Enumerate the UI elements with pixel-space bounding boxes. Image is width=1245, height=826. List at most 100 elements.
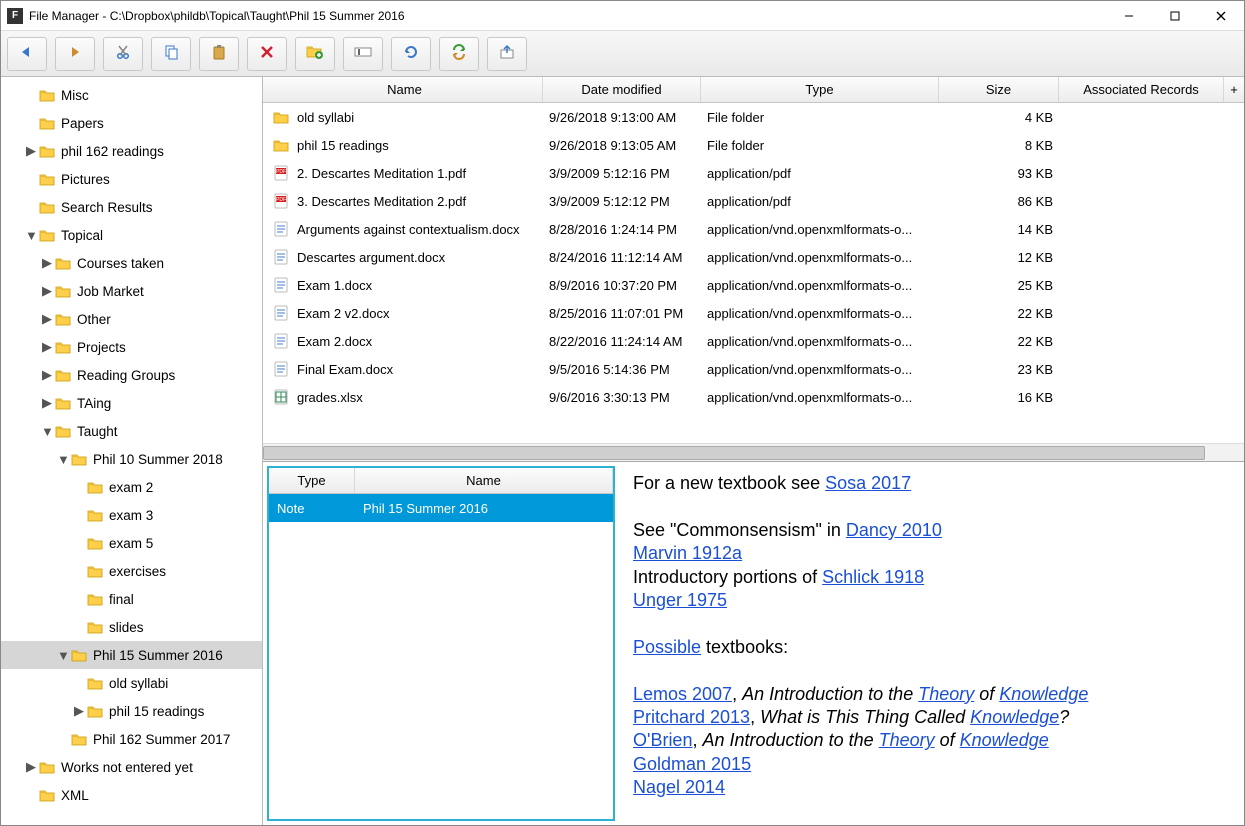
tree-item[interactable]: ▶phil 15 readings: [1, 697, 262, 725]
copy-button[interactable]: [151, 37, 191, 71]
tree-item[interactable]: ▶Projects: [1, 333, 262, 361]
records-body[interactable]: NotePhil 15 Summer 2016: [269, 494, 613, 819]
refresh-button[interactable]: [391, 37, 431, 71]
preview-link[interactable]: Unger 1975: [633, 590, 727, 610]
tree-item[interactable]: ▶Reading Groups: [1, 361, 262, 389]
preview-link[interactable]: Sosa 2017: [825, 473, 911, 493]
tree-twister-icon[interactable]: ▼: [25, 228, 37, 243]
tree-item[interactable]: Papers: [1, 109, 262, 137]
preview-pane[interactable]: For a new textbook see Sosa 2017 See "Co…: [619, 462, 1244, 825]
preview-link[interactable]: Knowledge: [970, 707, 1059, 727]
add-column-button[interactable]: +: [1224, 77, 1244, 102]
tree-item-label: Phil 15 Summer 2016: [93, 648, 223, 663]
tree-item[interactable]: ▶Other: [1, 305, 262, 333]
tree-item[interactable]: ▼Topical: [1, 221, 262, 249]
preview-link[interactable]: Possible: [633, 637, 701, 657]
preview-link[interactable]: Pritchard 2013: [633, 707, 750, 727]
preview-link[interactable]: Knowledge: [960, 730, 1049, 750]
export-button[interactable]: [487, 37, 527, 71]
file-row[interactable]: Exam 2.docx8/22/2016 11:24:14 AMapplicat…: [263, 327, 1244, 355]
tree-item[interactable]: ▶phil 162 readings: [1, 137, 262, 165]
titlebar: F File Manager - C:\Dropbox\phildb\Topic…: [1, 1, 1244, 31]
folder-icon: [273, 137, 289, 153]
records-column-type[interactable]: Type: [269, 468, 355, 493]
tree-twister-icon[interactable]: ▶: [73, 703, 85, 719]
preview-link[interactable]: Schlick 1918: [822, 567, 924, 587]
tree-twister-icon[interactable]: ▶: [25, 759, 37, 775]
tree-item[interactable]: ▶Works not entered yet: [1, 753, 262, 781]
tree-item[interactable]: ▼Phil 10 Summer 2018: [1, 445, 262, 473]
forward-button[interactable]: [55, 37, 95, 71]
file-row[interactable]: Arguments against contextualism.docx8/28…: [263, 215, 1244, 243]
preview-link[interactable]: Goldman 2015: [633, 754, 751, 774]
horizontal-scrollbar[interactable]: [263, 443, 1244, 461]
file-row[interactable]: phil 15 readings9/26/2018 9:13:05 AMFile…: [263, 131, 1244, 159]
preview-link[interactable]: Theory: [879, 730, 935, 750]
tree-twister-icon[interactable]: ▼: [41, 424, 53, 439]
tree-twister-icon[interactable]: ▶: [41, 311, 53, 327]
tree-item[interactable]: XML: [1, 781, 262, 809]
minimize-button[interactable]: [1106, 1, 1152, 31]
tree-item[interactable]: ▼ Phil 15 Summer 2016: [1, 641, 262, 669]
tree-item[interactable]: exam 2: [1, 473, 262, 501]
tree-twister-icon[interactable]: ▶: [25, 143, 37, 159]
tree-twister-icon[interactable]: ▼: [57, 648, 69, 663]
preview-link[interactable]: O'Brien: [633, 730, 692, 750]
export-icon: [499, 44, 515, 63]
grid-body[interactable]: old syllabi9/26/2018 9:13:00 AMFile fold…: [263, 103, 1244, 443]
file-row[interactable]: 3. Descartes Meditation 2.pdf3/9/2009 5:…: [263, 187, 1244, 215]
rename-button[interactable]: [343, 37, 383, 71]
close-button[interactable]: [1198, 1, 1244, 31]
preview-link[interactable]: Theory: [918, 684, 974, 704]
file-row[interactable]: Exam 2 v2.docx8/25/2016 11:07:01 PMappli…: [263, 299, 1244, 327]
cut-button[interactable]: [103, 37, 143, 71]
tree-twister-icon[interactable]: ▶: [41, 339, 53, 355]
delete-button[interactable]: [247, 37, 287, 71]
preview-link[interactable]: Nagel 2014: [633, 777, 725, 797]
column-header-type[interactable]: Type: [701, 77, 939, 102]
file-row[interactable]: Final Exam.docx9/5/2016 5:14:36 PMapplic…: [263, 355, 1244, 383]
tree-item[interactable]: exercises: [1, 557, 262, 585]
file-row[interactable]: Descartes argument.docx8/24/2016 11:12:1…: [263, 243, 1244, 271]
tree-item[interactable]: Search Results: [1, 193, 262, 221]
tree-item[interactable]: old syllabi: [1, 669, 262, 697]
tree-item[interactable]: Misc: [1, 81, 262, 109]
column-header-size[interactable]: Size: [939, 77, 1059, 102]
tree-item[interactable]: ▶Job Market: [1, 277, 262, 305]
preview-link[interactable]: Marvin 1912a: [633, 543, 742, 563]
maximize-button[interactable]: [1152, 1, 1198, 31]
file-row[interactable]: old syllabi9/26/2018 9:13:00 AMFile fold…: [263, 103, 1244, 131]
sync-button[interactable]: [439, 37, 479, 71]
tree-item[interactable]: Pictures: [1, 165, 262, 193]
column-header-name[interactable]: Name: [263, 77, 543, 102]
record-row[interactable]: NotePhil 15 Summer 2016: [269, 494, 613, 522]
file-row[interactable]: 2. Descartes Meditation 1.pdf3/9/2009 5:…: [263, 159, 1244, 187]
records-column-name[interactable]: Name: [355, 468, 613, 493]
file-row[interactable]: Exam 1.docx8/9/2016 10:37:20 PMapplicati…: [263, 271, 1244, 299]
column-header-assoc[interactable]: Associated Records: [1059, 77, 1224, 102]
back-icon: [18, 45, 36, 62]
column-header-date[interactable]: Date modified: [543, 77, 701, 102]
tree-twister-icon[interactable]: ▶: [41, 283, 53, 299]
tree-item[interactable]: ▼Taught: [1, 417, 262, 445]
tree-item[interactable]: ▶TAing: [1, 389, 262, 417]
preview-link[interactable]: Knowledge: [999, 684, 1088, 704]
preview-link[interactable]: Dancy 2010: [846, 520, 942, 540]
tree-twister-icon[interactable]: ▶: [41, 395, 53, 411]
new-folder-button[interactable]: [295, 37, 335, 71]
tree-item[interactable]: Phil 162 Summer 2017: [1, 725, 262, 753]
folder-tree[interactable]: MiscPapers▶phil 162 readingsPicturesSear…: [1, 77, 263, 825]
tree-item[interactable]: exam 3: [1, 501, 262, 529]
preview-link[interactable]: Lemos 2007: [633, 684, 732, 704]
tree-item[interactable]: ▶Courses taken: [1, 249, 262, 277]
tree-twister-icon[interactable]: ▶: [41, 367, 53, 383]
file-row[interactable]: grades.xlsx9/6/2016 3:30:13 PMapplicatio…: [263, 383, 1244, 411]
file-size: 12 KB: [939, 250, 1059, 265]
tree-twister-icon[interactable]: ▼: [57, 452, 69, 467]
paste-button[interactable]: [199, 37, 239, 71]
back-button[interactable]: [7, 37, 47, 71]
tree-twister-icon[interactable]: ▶: [41, 255, 53, 271]
tree-item[interactable]: slides: [1, 613, 262, 641]
tree-item[interactable]: exam 5: [1, 529, 262, 557]
tree-item[interactable]: final: [1, 585, 262, 613]
